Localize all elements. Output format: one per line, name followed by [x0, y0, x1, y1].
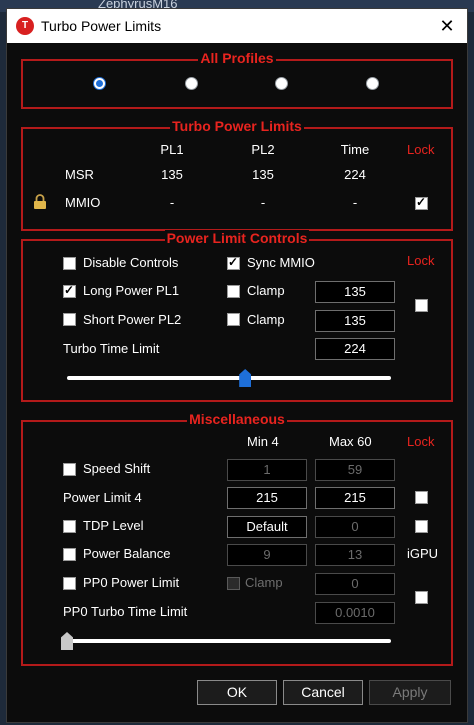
- window-title: Turbo Power Limits: [41, 18, 162, 34]
- msr-time: 224: [344, 167, 366, 182]
- lock-icon: [34, 194, 46, 209]
- min-label: Min 4: [247, 434, 279, 449]
- mmio-pl1: -: [169, 195, 175, 210]
- msr-label: MSR: [65, 167, 94, 182]
- turbo-time-slider-thumb[interactable]: [239, 369, 252, 387]
- mmio-lock-checkbox[interactable]: [415, 195, 428, 210]
- power-limit-4-max-field[interactable]: 215: [315, 487, 395, 509]
- power-limit-4-label: Power Limit 4: [63, 490, 142, 505]
- power-limit-controls-title: Power Limit Controls: [164, 230, 310, 246]
- max-label: Max 60: [329, 434, 372, 449]
- power-limit-4-min-field[interactable]: 215: [227, 487, 307, 509]
- long-power-pl1-label: Long Power PL1: [83, 283, 180, 298]
- pp0-power-limit-label: PP0 Power Limit: [83, 575, 180, 590]
- turbo-time-value-field[interactable]: 224: [315, 338, 395, 360]
- short-power-pl2-checkbox[interactable]: [63, 313, 76, 326]
- profile-radio-4[interactable]: [366, 77, 379, 90]
- tdp-level-min-field[interactable]: Default: [227, 516, 307, 538]
- disable-controls-label: Disable Controls: [83, 255, 179, 270]
- miscellaneous-title: Miscellaneous: [187, 411, 287, 427]
- tdp-level-max-field[interactable]: 0: [315, 516, 395, 538]
- speed-shift-checkbox[interactable]: [63, 463, 76, 476]
- pl1-clamp-checkbox[interactable]: [227, 285, 240, 298]
- plc-lock-label: Lock: [407, 253, 435, 268]
- header-lock: Lock: [407, 142, 435, 157]
- profile-radio-1[interactable]: [93, 77, 106, 90]
- power-limit-4-lock-checkbox[interactable]: [415, 491, 428, 504]
- turbo-power-limits-dialog: T Turbo Power Limits ✕ All Profiles Turb…: [6, 8, 468, 723]
- mmio-label: MMIO: [65, 195, 101, 210]
- mmio-pl2: -: [260, 195, 266, 210]
- turbo-time-limit-label: Turbo Time Limit: [63, 341, 160, 356]
- header-pl2: PL2: [251, 142, 275, 157]
- title-bar: T Turbo Power Limits ✕: [7, 9, 467, 43]
- speed-shift-label: Speed Shift: [83, 461, 151, 476]
- pp0-turbo-time-slider-track[interactable]: [67, 639, 391, 643]
- igpu-label: iGPU: [407, 546, 439, 561]
- pl1-clamp-label: Clamp: [247, 283, 285, 298]
- tdp-level-label: TDP Level: [83, 518, 144, 533]
- msr-pl1: 135: [161, 167, 183, 182]
- pp0-turbo-time-limit-label: PP0 Turbo Time Limit: [63, 604, 188, 619]
- mmio-time: -: [352, 195, 358, 210]
- pl1-value-field[interactable]: 135: [315, 281, 395, 303]
- misc-lock-label: Lock: [407, 434, 435, 449]
- pl2-value-field[interactable]: 135: [315, 310, 395, 332]
- pp0-power-limit-field[interactable]: 0: [315, 573, 395, 595]
- app-icon: T: [16, 17, 34, 35]
- power-balance-checkbox[interactable]: [63, 548, 76, 561]
- apply-button[interactable]: Apply: [369, 680, 451, 705]
- pp0-clamp-checkbox[interactable]: [227, 577, 240, 590]
- profile-radio-2[interactable]: [185, 77, 198, 90]
- turbo-time-slider-track[interactable]: [67, 376, 391, 380]
- sync-mmio-checkbox[interactable]: [227, 255, 240, 270]
- pl2-clamp-label: Clamp: [247, 312, 285, 327]
- header-time: Time: [340, 142, 370, 157]
- all-profiles-group: All Profiles: [21, 50, 453, 109]
- plc-lock-checkbox[interactable]: [415, 299, 428, 312]
- power-balance-label: Power Balance: [83, 546, 171, 561]
- long-power-pl1-checkbox[interactable]: [63, 283, 76, 298]
- all-profiles-title: All Profiles: [198, 50, 276, 66]
- speed-shift-min-field[interactable]: 1: [227, 459, 307, 481]
- miscellaneous-group: Miscellaneous Min 4 Max 60 Lock Speed Sh…: [21, 411, 453, 666]
- profile-radio-3[interactable]: [275, 77, 288, 90]
- pp0-turbo-time-slider-thumb[interactable]: [61, 632, 73, 650]
- pl2-clamp-checkbox[interactable]: [227, 313, 240, 326]
- pp0-power-limit-checkbox[interactable]: [63, 577, 76, 590]
- ok-button[interactable]: OK: [197, 680, 277, 705]
- tdp-level-lock-checkbox[interactable]: [415, 520, 428, 533]
- turbo-power-limits-group: Turbo Power Limits PL1 PL2 Time Lock MSR…: [21, 118, 453, 231]
- power-balance-max-field[interactable]: 13: [315, 544, 395, 566]
- close-button[interactable]: ✕: [427, 9, 467, 43]
- pp0-clamp-label: Clamp: [245, 575, 283, 590]
- sync-mmio-label: Sync MMIO: [247, 255, 315, 270]
- power-balance-min-field[interactable]: 9: [227, 544, 307, 566]
- header-pl1: PL1: [160, 142, 184, 157]
- speed-shift-max-field[interactable]: 59: [315, 459, 395, 481]
- cancel-button[interactable]: Cancel: [283, 680, 363, 705]
- pp0-turbo-time-field[interactable]: 0.0010: [315, 602, 395, 624]
- tdp-level-checkbox[interactable]: [63, 520, 76, 533]
- power-limit-controls-group: Power Limit Controls Lock Disable Contro…: [21, 230, 453, 402]
- pp0-lock-checkbox[interactable]: [415, 591, 428, 604]
- disable-controls-checkbox[interactable]: [63, 257, 76, 270]
- turbo-power-limits-title: Turbo Power Limits: [170, 118, 304, 134]
- short-power-pl2-label: Short Power PL2: [83, 312, 182, 327]
- msr-pl2: 135: [252, 167, 274, 182]
